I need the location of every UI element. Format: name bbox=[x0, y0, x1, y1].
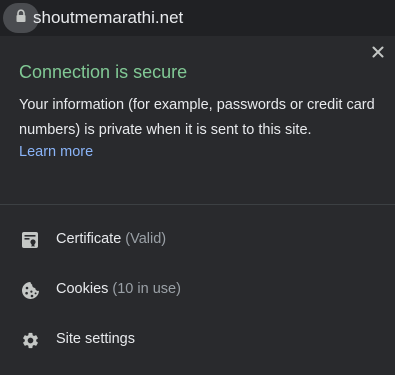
learn-more-link[interactable]: Learn more bbox=[19, 144, 93, 160]
site-info-popup: Connection is secure Your information (f… bbox=[0, 36, 395, 375]
gear-icon bbox=[20, 330, 40, 350]
site-settings-label: Site settings bbox=[56, 331, 135, 347]
address-bar: shoutmemarathi.net bbox=[0, 0, 395, 36]
close-icon bbox=[372, 45, 384, 63]
certificate-label: Certificate (Valid) bbox=[56, 231, 167, 247]
cookies-count: (10 in use) bbox=[112, 281, 181, 297]
connection-description: Your information (for example, passwords… bbox=[19, 97, 375, 138]
connection-status-title: Connection is secure bbox=[19, 62, 188, 82]
divider bbox=[0, 204, 395, 205]
certificate-icon bbox=[20, 230, 40, 250]
site-settings-row[interactable]: Site settings bbox=[0, 315, 395, 365]
certificate-status: (Valid) bbox=[125, 231, 167, 247]
cookies-row[interactable]: Cookies (10 in use) bbox=[0, 265, 395, 315]
close-button[interactable] bbox=[369, 45, 387, 63]
cookies-label: Cookies (10 in use) bbox=[56, 281, 181, 297]
cookie-icon bbox=[20, 280, 40, 300]
lock-icon bbox=[15, 8, 27, 28]
url-text[interactable]: shoutmemarathi.net bbox=[33, 8, 183, 28]
certificate-row[interactable]: Certificate (Valid) bbox=[0, 215, 395, 265]
